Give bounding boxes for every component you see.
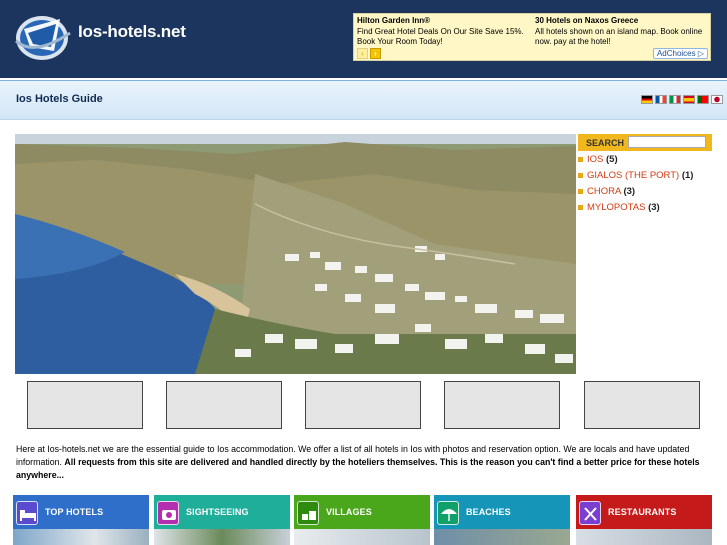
search-header: SEARCH <box>578 134 712 151</box>
category-photo <box>294 529 430 545</box>
ad-title[interactable]: Hilton Garden Inn® <box>357 16 529 27</box>
thumbnail-4[interactable] <box>444 381 560 429</box>
bed-icon <box>16 501 38 525</box>
category-bar: BEACHES <box>434 495 570 529</box>
portuguese-flag-icon[interactable] <box>697 95 709 104</box>
category-photo <box>154 529 290 545</box>
adchoices-link[interactable]: AdChoices ▷ <box>652 48 708 59</box>
camera-icon <box>157 501 179 525</box>
page: Ios-hotels.net Hilton Garden Inn® Find G… <box>0 0 727 545</box>
category-beaches[interactable]: BEACHES <box>434 495 570 545</box>
area-item-ios[interactable]: IOS (5) <box>578 154 712 170</box>
category-label: VILLAGES <box>326 507 372 517</box>
area-item-gialos[interactable]: GIALOS (THE PORT) (1) <box>578 170 712 186</box>
ad-next-button[interactable]: › <box>370 48 381 59</box>
ad-column-naxos[interactable]: 30 Hotels on Naxos Greece All hotels sho… <box>535 16 707 48</box>
french-flag-icon[interactable] <box>655 95 667 104</box>
search-label: SEARCH <box>586 138 625 148</box>
umbrella-icon <box>437 501 459 525</box>
thumbnail-5[interactable] <box>584 381 700 429</box>
category-label: RESTAURANTS <box>608 507 677 517</box>
cutlery-icon <box>579 501 601 525</box>
spanish-flag-icon[interactable] <box>683 95 695 104</box>
category-photo <box>434 529 570 545</box>
thumbnail-3[interactable] <box>305 381 421 429</box>
site-name[interactable]: Ios-hotels.net <box>78 22 186 42</box>
category-top-hotels[interactable]: TOP HOTELS <box>13 495 149 545</box>
ad-title[interactable]: 30 Hotels on Naxos Greece <box>535 16 707 27</box>
category-bar: TOP HOTELS <box>13 495 149 529</box>
category-bar: SIGHTSEEING <box>154 495 290 529</box>
italian-flag-icon[interactable] <box>669 95 681 104</box>
search-panel: SEARCH IOS (5) GIALOS (THE PORT) (1) CHO… <box>578 134 712 374</box>
ad-body: All hotels shown on an island map. Book … <box>535 26 703 47</box>
area-link[interactable]: IOS <box>587 154 603 165</box>
area-item-chora[interactable]: CHORA (3) <box>578 186 712 202</box>
intro-bold: All requests from this site are delivere… <box>16 457 700 480</box>
site-logo-icon[interactable] <box>14 11 74 63</box>
intro-text: Here at Ios-hotels.net we are the essent… <box>16 443 710 482</box>
ad-banner[interactable]: Hilton Garden Inn® Find Great Hotel Deal… <box>353 13 711 61</box>
bullet-icon <box>578 173 583 178</box>
ad-body: Find Great Hotel Deals On Our Site Save … <box>357 26 524 47</box>
german-flag-icon[interactable] <box>641 95 653 104</box>
main-photo-ios-bay <box>15 134 576 374</box>
category-photo <box>13 529 149 545</box>
bullet-icon <box>578 205 583 210</box>
bullet-icon <box>578 157 583 162</box>
bullet-icon <box>578 189 583 194</box>
thumbnail-1[interactable] <box>27 381 143 429</box>
area-item-mylopotas[interactable]: MYLOPOTAS (3) <box>578 202 712 218</box>
area-link[interactable]: GIALOS (THE PORT) <box>587 170 679 181</box>
category-sightseeing[interactable]: SIGHTSEEING <box>154 495 290 545</box>
area-count: (3) <box>648 202 660 213</box>
category-restaurants[interactable]: RESTAURANTS <box>576 495 712 545</box>
ad-column-hilton[interactable]: Hilton Garden Inn® Find Great Hotel Deal… <box>357 16 529 48</box>
area-link[interactable]: MYLOPOTAS <box>587 202 645 213</box>
category-villages[interactable]: VILLAGES <box>294 495 430 545</box>
title-bar: Ios Hotels Guide <box>0 80 727 120</box>
search-input[interactable] <box>628 136 706 148</box>
category-bar: RESTAURANTS <box>576 495 712 529</box>
area-list: IOS (5) GIALOS (THE PORT) (1) CHORA (3) … <box>578 154 712 218</box>
thumbnail-2[interactable] <box>166 381 282 429</box>
ad-prev-button[interactable]: ‹ <box>357 48 368 59</box>
category-photo <box>576 529 712 545</box>
category-label: SIGHTSEEING <box>186 507 249 517</box>
area-count: (5) <box>606 154 618 165</box>
language-flags <box>641 95 723 105</box>
area-link[interactable]: CHORA <box>587 186 621 197</box>
category-label: TOP HOTELS <box>45 507 104 517</box>
japanese-flag-icon[interactable] <box>711 95 723 104</box>
page-title: Ios Hotels Guide <box>16 93 103 105</box>
site-header: Ios-hotels.net Hilton Garden Inn® Find G… <box>0 0 727 78</box>
village-icon <box>297 501 319 525</box>
category-label: BEACHES <box>466 507 511 517</box>
category-bar: VILLAGES <box>294 495 430 529</box>
area-count: (1) <box>681 170 694 181</box>
area-count: (3) <box>623 186 636 197</box>
